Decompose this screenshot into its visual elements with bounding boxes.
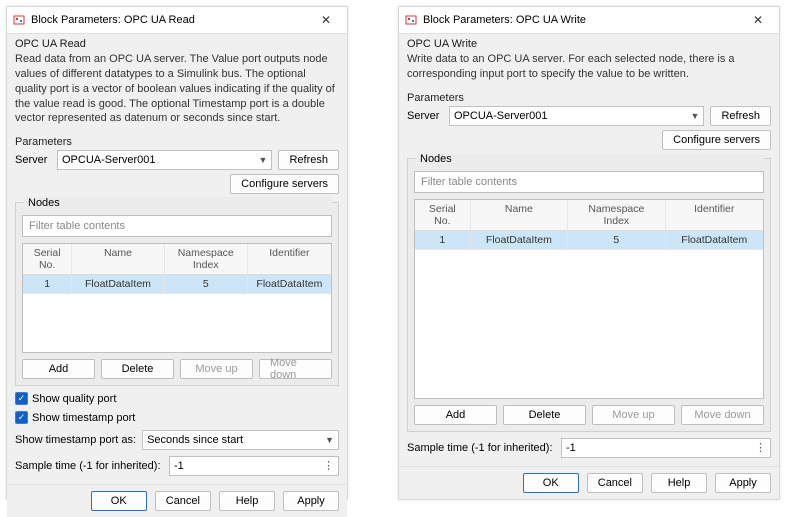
cancel-button[interactable]: Cancel [587, 473, 643, 493]
server-value: OPCUA-Server001 [454, 110, 548, 122]
parameters-label: Parameters [15, 136, 339, 148]
block-name: OPC UA Write [407, 38, 771, 50]
simulink-block-icon [405, 14, 417, 26]
table-empty-area [23, 294, 331, 352]
sample-time-value: -1 [566, 442, 576, 454]
configure-servers-button[interactable]: Configure servers [662, 130, 771, 150]
apply-button[interactable]: Apply [715, 473, 771, 493]
col-name[interactable]: Name [471, 200, 568, 230]
table-empty-area [415, 250, 763, 398]
dialog-body: OPC UA Read Read data from an OPC UA ser… [7, 34, 347, 484]
more-icon[interactable]: ⋮ [755, 444, 766, 452]
move-up-button[interactable]: Move up [592, 405, 675, 425]
show-timestamp-checkbox[interactable]: ✓ [15, 411, 28, 424]
server-label: Server [407, 110, 443, 122]
ok-button[interactable]: OK [523, 473, 579, 493]
cell-id: FloatDataItem [248, 275, 331, 293]
show-quality-checkbox[interactable]: ✓ [15, 392, 28, 405]
col-name[interactable]: Name [72, 244, 164, 274]
table-header: Serial No. Name Namespace Index Identifi… [23, 244, 331, 275]
cell-serial: 1 [415, 231, 471, 249]
nodes-group: Nodes Filter table contents Serial No. N… [407, 158, 771, 432]
col-serial[interactable]: Serial No. [415, 200, 471, 230]
cell-name: FloatDataItem [72, 275, 164, 293]
sample-time-label: Sample time (-1 for inherited): [407, 442, 555, 454]
apply-button[interactable]: Apply [283, 491, 339, 511]
titlebar: Block Parameters: OPC UA Read ✕ [7, 7, 347, 34]
show-timestamp-as-value: Seconds since start [147, 434, 243, 446]
move-down-button[interactable]: Move down [259, 359, 332, 379]
close-icon[interactable]: ✕ [311, 11, 341, 29]
cell-ns: 5 [165, 275, 248, 293]
more-icon[interactable]: ⋮ [323, 462, 334, 470]
show-timestamp-as-dropdown[interactable]: Seconds since start ▼ [142, 430, 339, 450]
chevron-down-icon: ▼ [325, 435, 334, 445]
cell-name: FloatDataItem [471, 231, 568, 249]
server-value: OPCUA-Server001 [62, 154, 156, 166]
dialog-footer: OK Cancel Help Apply [399, 466, 779, 499]
col-ns[interactable]: Namespace Index [568, 200, 665, 230]
filter-input[interactable]: Filter table contents [414, 171, 764, 193]
table-row[interactable]: 1 FloatDataItem 5 FloatDataItem [415, 231, 763, 250]
col-serial[interactable]: Serial No. [23, 244, 72, 274]
server-dropdown[interactable]: OPCUA-Server001 ▼ [449, 106, 704, 126]
block-description: Read data from an OPC UA server. The Val… [15, 52, 339, 126]
col-id[interactable]: Identifier [248, 244, 331, 274]
table-header: Serial No. Name Namespace Index Identifi… [415, 200, 763, 231]
nodes-table: Serial No. Name Namespace Index Identifi… [414, 199, 764, 399]
move-up-button[interactable]: Move up [180, 359, 253, 379]
cell-id: FloatDataItem [666, 231, 763, 249]
dialog-footer: OK Cancel Help Apply [7, 484, 347, 517]
show-timestamp-label: Show timestamp port [32, 412, 135, 424]
sample-time-label: Sample time (-1 for inherited): [15, 460, 163, 472]
nodes-group: Nodes Filter table contents Serial No. N… [15, 202, 339, 386]
refresh-button[interactable]: Refresh [710, 106, 771, 126]
server-label: Server [15, 154, 51, 166]
help-button[interactable]: Help [651, 473, 707, 493]
col-id[interactable]: Identifier [666, 200, 763, 230]
help-button[interactable]: Help [219, 491, 275, 511]
add-button[interactable]: Add [22, 359, 95, 379]
sample-time-input[interactable]: -1 ⋮ [169, 456, 339, 476]
nodes-label: Nodes [24, 197, 332, 209]
block-description: Write data to an OPC UA server. For each… [407, 52, 771, 82]
delete-button[interactable]: Delete [503, 405, 586, 425]
show-quality-label: Show quality port [32, 393, 116, 405]
configure-servers-button[interactable]: Configure servers [230, 174, 339, 194]
sample-time-value: -1 [174, 460, 184, 472]
table-row[interactable]: 1 FloatDataItem 5 FloatDataItem [23, 275, 331, 294]
opc-ua-read-dialog: Block Parameters: OPC UA Read ✕ OPC UA R… [6, 6, 348, 500]
close-icon[interactable]: ✕ [743, 11, 773, 29]
chevron-down-icon: ▼ [691, 111, 700, 121]
move-down-button[interactable]: Move down [681, 405, 764, 425]
ok-button[interactable]: OK [91, 491, 147, 511]
delete-button[interactable]: Delete [101, 359, 174, 379]
nodes-label: Nodes [416, 153, 764, 165]
dialog-title: Block Parameters: OPC UA Write [423, 14, 743, 26]
show-timestamp-as-label: Show timestamp port as: [15, 434, 136, 446]
nodes-table: Serial No. Name Namespace Index Identifi… [22, 243, 332, 353]
server-dropdown[interactable]: OPCUA-Server001 ▼ [57, 150, 272, 170]
cancel-button[interactable]: Cancel [155, 491, 211, 511]
dialog-body: OPC UA Write Write data to an OPC UA ser… [399, 34, 779, 466]
col-ns[interactable]: Namespace Index [165, 244, 248, 274]
cell-serial: 1 [23, 275, 72, 293]
parameters-label: Parameters [407, 92, 771, 104]
chevron-down-icon: ▼ [259, 155, 268, 165]
cell-ns: 5 [568, 231, 665, 249]
opc-ua-write-dialog: Block Parameters: OPC UA Write ✕ OPC UA … [398, 6, 780, 500]
simulink-block-icon [13, 14, 25, 26]
titlebar: Block Parameters: OPC UA Write ✕ [399, 7, 779, 34]
refresh-button[interactable]: Refresh [278, 150, 339, 170]
block-name: OPC UA Read [15, 38, 339, 50]
filter-input[interactable]: Filter table contents [22, 215, 332, 237]
add-button[interactable]: Add [414, 405, 497, 425]
dialog-title: Block Parameters: OPC UA Read [31, 14, 311, 26]
sample-time-input[interactable]: -1 ⋮ [561, 438, 771, 458]
